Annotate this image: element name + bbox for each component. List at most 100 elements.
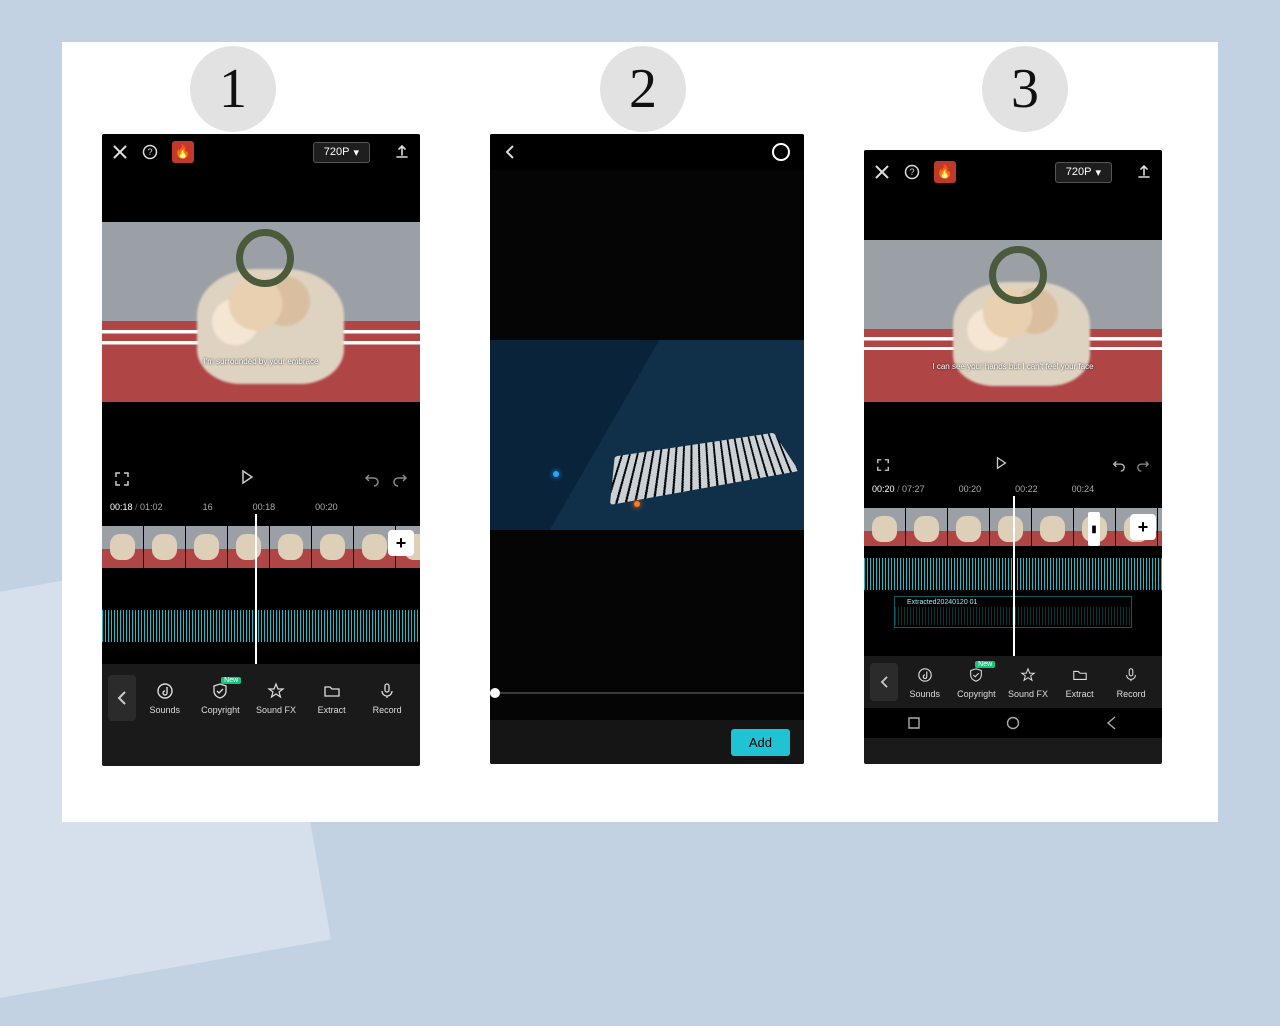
tool-soundfx[interactable]: Sound FX bbox=[249, 681, 303, 715]
player-controls bbox=[102, 458, 420, 500]
export-icon[interactable] bbox=[394, 144, 410, 160]
tool-label: Sound FX bbox=[1008, 689, 1048, 699]
tool-copyright[interactable]: New Copyright bbox=[194, 681, 248, 715]
wreath-decoration bbox=[236, 229, 294, 287]
undo-icon[interactable] bbox=[1112, 458, 1126, 472]
nav-home-icon[interactable] bbox=[1005, 715, 1021, 731]
undo-icon[interactable] bbox=[364, 471, 380, 487]
playhead[interactable] bbox=[255, 514, 257, 664]
audio-toolbar: Sounds New Copyright Sound FX Extract bbox=[102, 664, 420, 732]
audio-toolbar: Sounds New Copyright Sound FX Extract bbox=[864, 656, 1162, 708]
tool-label: Record bbox=[1117, 689, 1146, 699]
timeline[interactable]: + bbox=[102, 514, 420, 664]
tool-soundfx[interactable]: Sound FX bbox=[1003, 665, 1053, 699]
audio-track[interactable] bbox=[102, 574, 420, 646]
phone-screenshot-2: Add bbox=[490, 134, 804, 764]
tool-record[interactable]: Record bbox=[1106, 665, 1156, 699]
folder-icon bbox=[323, 681, 341, 701]
star-icon bbox=[267, 681, 285, 701]
folder-icon bbox=[1072, 665, 1088, 685]
play-icon[interactable] bbox=[239, 469, 255, 485]
lyric-caption: I can see your hands but I can't feel yo… bbox=[864, 362, 1162, 371]
back-button[interactable] bbox=[870, 663, 898, 701]
light-blue bbox=[553, 471, 559, 477]
nav-recent-icon[interactable] bbox=[906, 715, 922, 731]
flame-icon[interactable]: 🔥 bbox=[172, 141, 194, 163]
tool-label: Copyright bbox=[957, 689, 996, 699]
fullscreen-icon[interactable] bbox=[114, 471, 130, 487]
phone-screenshot-3: ? 🔥 720P ▾ I can see your hands but I ca… bbox=[864, 150, 1162, 764]
ruler-mark: 00:18 bbox=[253, 502, 276, 512]
time-ruler: 00:20 / 07:27 00:20 00:22 00:24 bbox=[864, 482, 1162, 496]
ruler-mark: 00:22 bbox=[1015, 484, 1038, 494]
select-circle-icon[interactable] bbox=[772, 143, 790, 161]
tutorial-card: 1 2 3 ? 🔥 720P ▾ I'm surrounded by your … bbox=[62, 42, 1218, 822]
resolution-button[interactable]: 720P ▾ bbox=[1055, 162, 1112, 183]
video-track[interactable]: + bbox=[102, 526, 420, 568]
video-preview[interactable]: I'm surrounded by your embrace bbox=[102, 222, 420, 402]
tool-label: Record bbox=[373, 705, 402, 715]
close-icon[interactable] bbox=[874, 164, 890, 180]
shield-check-icon bbox=[211, 681, 229, 701]
tool-label: Extract bbox=[1066, 689, 1094, 699]
tool-label: Sound FX bbox=[256, 705, 296, 715]
tool-label: Copyright bbox=[201, 705, 240, 715]
chevron-down-icon: ▾ bbox=[1095, 166, 1101, 179]
tool-extract[interactable]: Extract bbox=[305, 681, 359, 715]
add-button[interactable]: Add bbox=[731, 729, 790, 756]
tool-copyright[interactable]: New Copyright bbox=[952, 665, 1002, 699]
piano-keys bbox=[610, 433, 799, 505]
preview-top-gap bbox=[102, 170, 420, 222]
add-bar: Add bbox=[490, 720, 804, 764]
split-marker[interactable]: ▮ bbox=[1088, 512, 1100, 546]
tool-extract[interactable]: Extract bbox=[1055, 665, 1105, 699]
editor-topbar: ? 🔥 720P ▾ bbox=[102, 134, 420, 170]
tool-sounds[interactable]: Sounds bbox=[900, 665, 950, 699]
svg-text:?: ? bbox=[147, 147, 152, 157]
new-badge: New bbox=[221, 677, 241, 684]
time-total: 01:02 bbox=[140, 502, 163, 512]
source-video-preview[interactable] bbox=[490, 340, 804, 530]
fullscreen-icon[interactable] bbox=[876, 458, 890, 472]
flame-icon[interactable]: 🔥 bbox=[934, 161, 956, 183]
preview-top-gap bbox=[864, 194, 1162, 240]
lyric-caption: I'm surrounded by your embrace bbox=[102, 357, 420, 366]
back-button[interactable] bbox=[108, 675, 136, 721]
ruler-mark: 00:20 bbox=[959, 484, 982, 494]
preview-bottom-gap bbox=[102, 402, 420, 458]
star-icon bbox=[1020, 665, 1036, 685]
microphone-icon bbox=[378, 681, 396, 701]
light-orange bbox=[634, 501, 640, 507]
scrub-slider-knob[interactable] bbox=[490, 688, 500, 698]
tool-label: Sounds bbox=[910, 689, 941, 699]
music-note-icon bbox=[156, 681, 174, 701]
play-icon[interactable] bbox=[994, 456, 1008, 470]
resolution-button[interactable]: 720P ▾ bbox=[313, 142, 370, 163]
help-icon[interactable]: ? bbox=[142, 144, 158, 160]
tool-sounds[interactable]: Sounds bbox=[138, 681, 192, 715]
wreath-decoration bbox=[989, 246, 1047, 304]
step-badge-3: 3 bbox=[982, 46, 1068, 132]
back-icon[interactable] bbox=[504, 144, 516, 160]
ruler-mark: 00:20 bbox=[315, 502, 338, 512]
chevron-down-icon: ▾ bbox=[353, 146, 359, 159]
extracted-clip-label: Extracted20240120 01 bbox=[907, 599, 977, 606]
playhead[interactable] bbox=[1013, 496, 1015, 656]
close-icon[interactable] bbox=[112, 144, 128, 160]
ruler-mark: 00:24 bbox=[1072, 484, 1095, 494]
tool-record[interactable]: Record bbox=[360, 681, 414, 715]
music-note-icon bbox=[917, 665, 933, 685]
export-icon[interactable] bbox=[1136, 164, 1152, 180]
help-icon[interactable]: ? bbox=[904, 164, 920, 180]
add-clip-button[interactable]: + bbox=[1130, 514, 1156, 540]
redo-icon[interactable] bbox=[392, 471, 408, 487]
scrub-slider-track[interactable] bbox=[490, 692, 804, 694]
nav-back-icon[interactable] bbox=[1104, 715, 1120, 731]
add-clip-button[interactable]: + bbox=[388, 530, 414, 556]
video-preview[interactable]: I can see your hands but I can't feel yo… bbox=[864, 240, 1162, 402]
timeline[interactable]: ▮ + Extracted20240120 01 bbox=[864, 496, 1162, 656]
preview-bottom-gap bbox=[864, 402, 1162, 448]
redo-icon[interactable] bbox=[1136, 458, 1150, 472]
tool-label: Extract bbox=[318, 705, 346, 715]
step-badge-1: 1 bbox=[190, 46, 276, 132]
